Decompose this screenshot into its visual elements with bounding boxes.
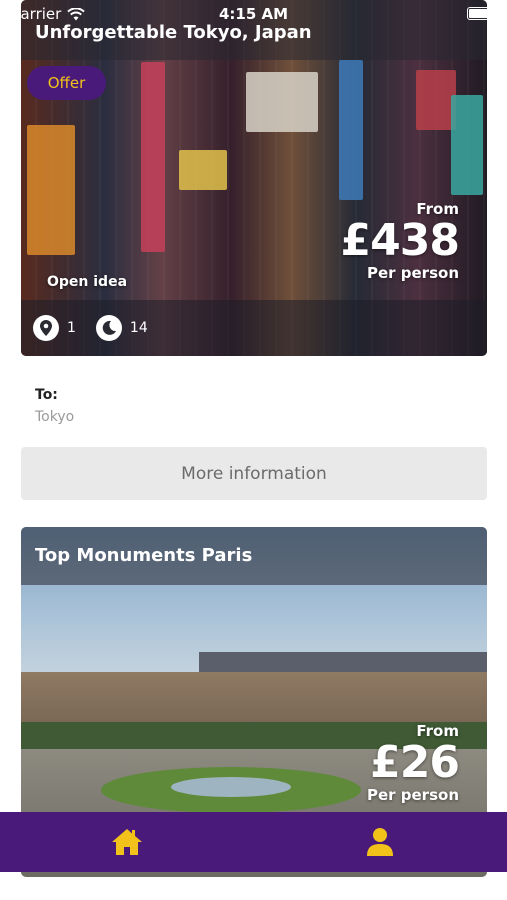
fountain-decoration xyxy=(171,777,291,797)
location-pin-icon xyxy=(33,315,59,341)
clock: 4:15 AM xyxy=(218,5,289,23)
neon-sign-decoration xyxy=(179,150,227,190)
offer-card-tokyo[interactable]: Unforgettable Tokyo, Japan Offer Open id… xyxy=(21,0,487,356)
neon-sign-decoration xyxy=(27,125,75,255)
offer-badge: Offer xyxy=(27,66,106,100)
neon-sign-decoration xyxy=(246,72,318,132)
price-amount: £26 xyxy=(370,737,460,788)
price-amount: £438 xyxy=(340,215,460,266)
carrier-label: Carrier xyxy=(10,5,62,23)
neon-sign-decoration xyxy=(416,70,456,130)
more-information-button[interactable]: More information xyxy=(21,447,487,500)
destination-value: Tokyo xyxy=(35,409,75,425)
nights-count: 14 xyxy=(129,320,148,336)
neon-sign-decoration xyxy=(451,95,483,195)
bottom-tab-bar xyxy=(0,812,507,872)
profile-icon xyxy=(367,828,394,856)
destinations-count: 1 xyxy=(67,320,76,336)
status-bar: Carrier 4:15 AM xyxy=(0,0,507,30)
open-idea-label: Open idea xyxy=(47,274,128,290)
carrier-indicator: Carrier xyxy=(10,5,86,23)
battery-icon xyxy=(467,7,498,20)
home-icon xyxy=(111,829,142,855)
price-block: From £438 Per person xyxy=(340,200,460,282)
tab-profile[interactable] xyxy=(330,812,430,872)
price-per-person-label: Per person xyxy=(366,264,459,282)
wifi-icon xyxy=(67,7,86,20)
neon-sign-decoration xyxy=(141,62,165,252)
price-block: From £26 Per person xyxy=(366,722,460,804)
moon-icon xyxy=(95,315,122,341)
neon-sign-decoration xyxy=(339,60,363,200)
tab-home[interactable] xyxy=(77,812,177,872)
price-per-person-label: Per person xyxy=(366,786,459,804)
destination-label: To: xyxy=(35,387,58,403)
offer-title: Top Monuments Paris xyxy=(35,545,253,566)
offer-info-strip: 1 14 xyxy=(21,300,487,356)
